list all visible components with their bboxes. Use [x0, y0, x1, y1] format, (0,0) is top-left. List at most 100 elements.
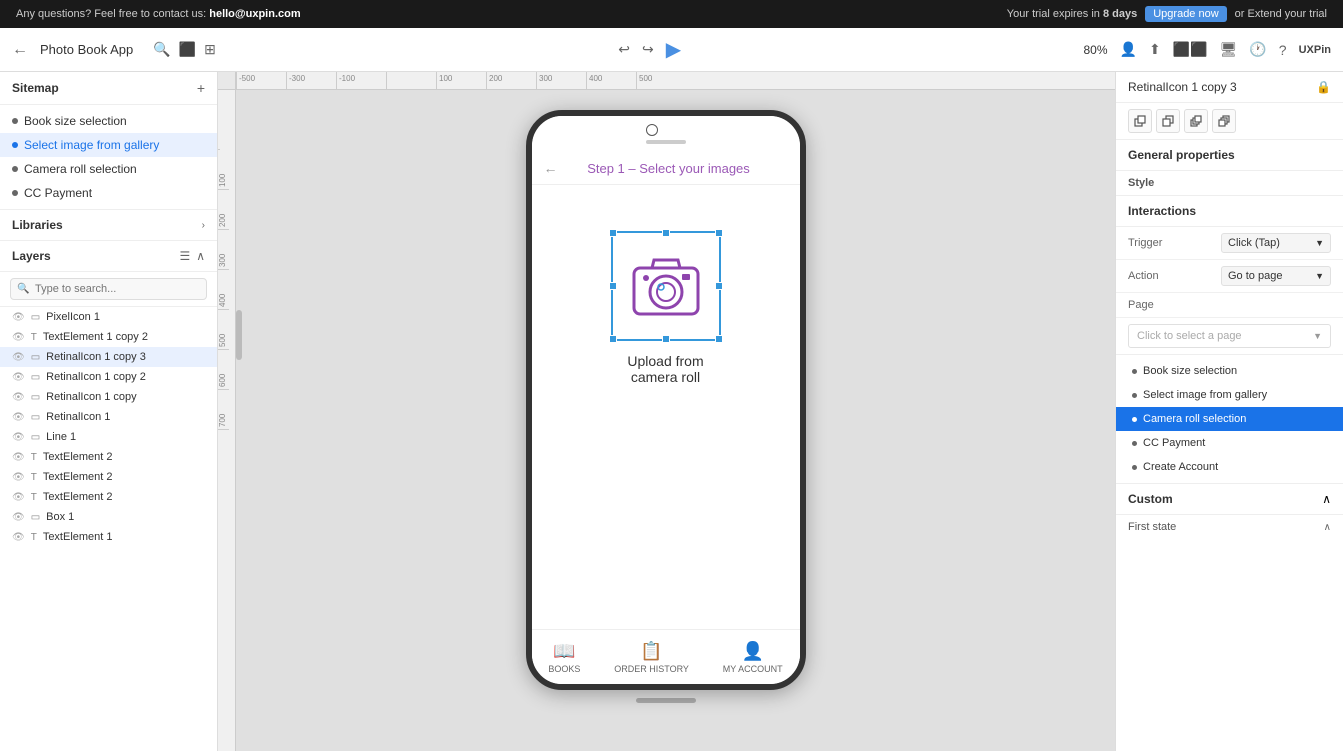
layer-item[interactable]: 👁 ▭ Line 1	[0, 427, 217, 447]
phone-container: ← Step 1 – Select your images	[526, 110, 806, 703]
layer-item[interactable]: 👁 T TextElement 1 copy 2	[0, 327, 217, 347]
toolbar-right: 80% 👤 ⬆ ⬛⬛ 🖥 🕐 ? UXPin	[1084, 41, 1332, 58]
trigger-row: Trigger Click (Tap) ▼	[1116, 227, 1343, 260]
trial-info: Your trial expires in 8 days Upgrade now…	[1007, 6, 1327, 22]
element-name-row: RetinalIcon 1 copy 3 🔒	[1116, 72, 1343, 103]
ruler-tick	[386, 72, 436, 89]
camera-icon	[613, 233, 719, 339]
layer-item[interactable]: 👁 T TextElement 2	[0, 447, 217, 467]
bring-to-front-button[interactable]	[1184, 109, 1208, 133]
search-icon[interactable]: 🔍	[153, 41, 170, 58]
layer-item[interactable]: 👁 ▭ Box 1	[0, 507, 217, 527]
canvas-area[interactable]: -500 -300 -100 100 200 300 400 500 100 2…	[218, 72, 1115, 751]
play-button[interactable]: ▶	[666, 37, 681, 62]
handle-top-middle[interactable]	[662, 229, 670, 237]
phone-camera	[646, 124, 658, 136]
eye-icon[interactable]: 👁	[12, 412, 25, 423]
layer-item-selected[interactable]: 👁 ▭ RetinalIcon 1 copy 3	[0, 347, 217, 367]
layer-item[interactable]: 👁 T TextElement 2	[0, 467, 217, 487]
custom-header[interactable]: Custom ∧	[1128, 492, 1331, 506]
nav-books[interactable]: 📖 BOOKS	[548, 641, 580, 674]
bring-forward-button[interactable]	[1128, 109, 1152, 133]
contact-email[interactable]: hello@uxpin.com	[209, 8, 300, 20]
eye-icon[interactable]: 👁	[12, 492, 25, 503]
handle-top-left[interactable]	[609, 229, 617, 237]
action-dropdown[interactable]: Go to page ▼	[1221, 266, 1331, 286]
page-list: Book size selection Select image from ga…	[1116, 355, 1343, 483]
handle-bottom-middle[interactable]	[662, 335, 670, 343]
handle-top-right[interactable]	[715, 229, 723, 237]
eye-icon[interactable]: 👁	[12, 512, 25, 523]
home-bar	[636, 698, 696, 703]
layer-type-rect: ▭	[31, 352, 40, 363]
element-actions	[1116, 103, 1343, 140]
canvas-content[interactable]: ← Step 1 – Select your images	[236, 90, 1115, 751]
back-arrow-icon[interactable]: ←	[544, 160, 558, 176]
page-list-item-gallery[interactable]: Select image from gallery	[1116, 383, 1343, 407]
layers-search-input[interactable]	[10, 278, 207, 300]
nav-my-account[interactable]: 👤 MY ACCOUNT	[723, 641, 783, 674]
page-bullet-active	[1132, 417, 1137, 422]
handle-bottom-left[interactable]	[609, 335, 617, 343]
first-state-label: First state	[1128, 521, 1176, 533]
layer-item[interactable]: 👁 ▭ RetinalIcon 1 copy 2	[0, 367, 217, 387]
upgrade-button[interactable]: Upgrade now	[1145, 6, 1226, 22]
sitemap-item-camera-roll[interactable]: Camera roll selection	[0, 157, 217, 181]
trigger-dropdown[interactable]: Click (Tap) ▼	[1221, 233, 1331, 253]
eye-icon[interactable]: 👁	[12, 452, 25, 463]
page-label: Page	[1128, 299, 1154, 311]
libraries-header[interactable]: Libraries ›	[0, 209, 217, 241]
undo-button[interactable]: ↩	[618, 41, 630, 58]
back-button[interactable]: ←	[12, 41, 28, 59]
export-icon[interactable]: ⬆	[1149, 41, 1161, 58]
layers-icon[interactable]: ⬛⬛	[1173, 41, 1208, 58]
eye-icon[interactable]: 👁	[12, 332, 25, 343]
eye-icon[interactable]: 👁	[12, 432, 25, 443]
layers-collapse-icon[interactable]: ∧	[196, 249, 205, 263]
sitemap-header: Sitemap +	[0, 72, 217, 105]
page-list-item-book-size[interactable]: Book size selection	[1116, 359, 1343, 383]
help-icon[interactable]: ?	[1279, 42, 1287, 58]
layer-item[interactable]: 👁 ▭ RetinalIcon 1 copy	[0, 387, 217, 407]
custom-title: Custom	[1128, 492, 1173, 506]
sitemap-add-button[interactable]: +	[197, 80, 205, 96]
user-icon[interactable]: 👤	[1120, 41, 1137, 58]
sitemap-dot	[12, 118, 18, 124]
layer-item[interactable]: 👁 ▭ PixelIcon 1	[0, 307, 217, 327]
zoom-level: 80%	[1084, 43, 1108, 57]
redo-button[interactable]: ↪	[642, 41, 654, 58]
component-icon[interactable]: ⊞	[204, 41, 216, 58]
sitemap-item-cc-payment[interactable]: CC Payment	[0, 181, 217, 205]
handle-middle-right[interactable]	[715, 282, 723, 290]
handle-bottom-right[interactable]	[715, 335, 723, 343]
layers-sort-icon[interactable]: ☰	[179, 249, 190, 263]
scroll-handle-left[interactable]	[236, 310, 242, 360]
sitemap-item-book-size[interactable]: Book size selection	[0, 109, 217, 133]
toolbar-icons: 🔍 ⬛ ⊞	[153, 41, 216, 58]
camera-icon-wrapper[interactable]	[611, 231, 721, 341]
sitemap-item-gallery[interactable]: Select image from gallery	[0, 133, 217, 157]
upload-label: Upload from camera roll	[627, 353, 703, 385]
handle-middle-left[interactable]	[609, 282, 617, 290]
eye-icon[interactable]: 👁	[12, 372, 25, 383]
page-list-item-cc-payment[interactable]: CC Payment	[1116, 431, 1343, 455]
layer-item[interactable]: 👁 ▭ RetinalIcon 1	[0, 407, 217, 427]
page-list-item-camera-roll[interactable]: Camera roll selection	[1116, 407, 1343, 431]
send-backward-button[interactable]	[1156, 109, 1180, 133]
nav-order-history[interactable]: 📋 ORDER HISTORY	[614, 641, 689, 674]
history-icon[interactable]: 🕐	[1249, 41, 1266, 58]
eye-icon[interactable]: 👁	[12, 532, 25, 543]
screen-icon[interactable]: ⬛	[179, 41, 196, 58]
eye-icon[interactable]: 👁	[12, 472, 25, 483]
desktop-preview-icon[interactable]: 🖥	[1220, 41, 1238, 58]
layer-item[interactable]: 👁 T TextElement 2	[0, 487, 217, 507]
eye-icon[interactable]: 👁	[12, 352, 25, 363]
page-list-item-create-account[interactable]: Create Account	[1116, 455, 1343, 479]
send-to-back-button[interactable]	[1212, 109, 1236, 133]
eye-icon[interactable]: 👁	[12, 312, 25, 323]
ruler-tick: -100	[336, 72, 386, 89]
eye-icon[interactable]: 👁	[12, 392, 25, 403]
home-indicator	[526, 698, 806, 703]
layer-item[interactable]: 👁 T TextElement 1	[0, 527, 217, 547]
page-select-dropdown[interactable]: Click to select a page ▼	[1128, 324, 1331, 348]
